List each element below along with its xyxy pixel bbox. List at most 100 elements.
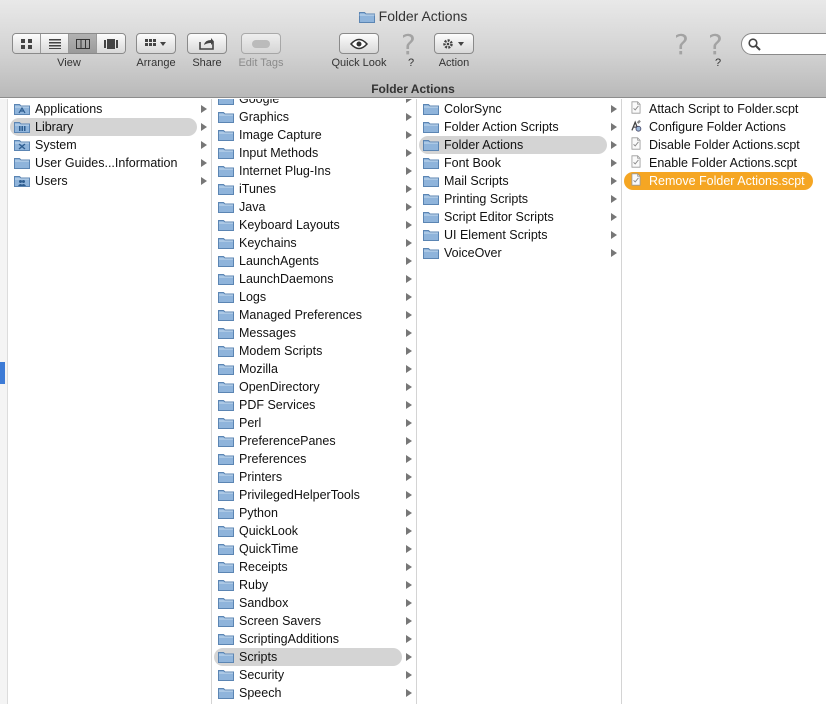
disclosure-arrow-icon — [406, 99, 412, 103]
folder-item[interactable]: OpenDirectory — [212, 378, 416, 396]
folder-icon — [14, 158, 30, 169]
share-button[interactable] — [187, 33, 227, 54]
folder-item[interactable]: Google — [212, 99, 416, 108]
item-label: Java — [239, 200, 266, 214]
column-view-button[interactable] — [69, 34, 97, 53]
file-item[interactable]: Enable Folder Actions.scpt — [622, 154, 826, 172]
folder-item[interactable]: PDF Services — [212, 396, 416, 414]
item-label: System — [35, 138, 77, 152]
action-button[interactable] — [434, 33, 474, 54]
arrange-label: Arrange — [136, 57, 176, 69]
folder-icon — [218, 112, 234, 123]
quick-look-button[interactable] — [339, 33, 379, 54]
share-group — [187, 33, 227, 54]
folder-item[interactable]: ColorSync — [417, 100, 621, 118]
file-item[interactable]: Configure Folder Actions — [622, 118, 826, 136]
folder-item[interactable]: ScriptingAdditions — [212, 630, 416, 648]
folder-item[interactable]: Folder Actions — [419, 136, 617, 154]
item-label: Speech — [239, 686, 282, 700]
folder-item[interactable]: User Guides...Information — [8, 154, 211, 172]
file-item[interactable]: Attach Script to Folder.scpt — [622, 100, 826, 118]
coverflow-view-button[interactable] — [97, 34, 125, 53]
search-field[interactable] — [741, 33, 826, 55]
disclosure-arrow-icon — [406, 167, 412, 175]
folder-item[interactable]: Users — [8, 172, 211, 190]
arrange-button[interactable] — [136, 33, 176, 54]
folder-item[interactable]: UI Element Scripts — [417, 226, 621, 244]
column-4[interactable]: Attach Script to Folder.scpt Configure Fo… — [622, 99, 826, 704]
folder-item[interactable]: Folder Action Scripts — [417, 118, 621, 136]
path-caption: Folder Actions — [371, 82, 455, 96]
item-label: Modem Scripts — [239, 344, 323, 358]
folder-item[interactable]: Preferences — [212, 450, 416, 468]
file-item[interactable]: Disable Folder Actions.scpt — [622, 136, 826, 154]
folder-item[interactable]: Receipts — [212, 558, 416, 576]
folder-item[interactable]: Keyboard Layouts — [212, 216, 416, 234]
list-view-button[interactable] — [41, 34, 69, 53]
edit-tags-label: Edit Tags — [238, 57, 284, 69]
folder-item[interactable]: Ruby — [212, 576, 416, 594]
folder-item[interactable]: Mozilla — [212, 360, 416, 378]
folder-item[interactable]: Mail Scripts — [417, 172, 621, 190]
folder-item[interactable]: Scripts — [214, 648, 412, 666]
folder-icon — [218, 310, 234, 321]
folder-icon — [218, 202, 234, 213]
question-icon[interactable]: ? — [674, 28, 689, 61]
item-label: Keyboard Layouts — [239, 218, 340, 232]
disclosure-arrow-icon — [406, 329, 412, 337]
column-2[interactable]: Google Graphics Image Capture Input Methods… — [212, 99, 417, 704]
disclosure-arrow-icon — [611, 177, 617, 185]
folder-item[interactable]: Image Capture — [212, 126, 416, 144]
folder-item[interactable]: Script Editor Scripts — [417, 208, 621, 226]
folder-item[interactable]: Printing Scripts — [417, 190, 621, 208]
item-label: Font Book — [444, 156, 501, 170]
folder-item[interactable]: Input Methods — [212, 144, 416, 162]
folder-item[interactable]: Messages — [212, 324, 416, 342]
folder-item[interactable]: Screen Savers — [212, 612, 416, 630]
file-item[interactable]: Remove Folder Actions.scpt — [624, 172, 813, 190]
item-label: ScriptingAdditions — [239, 632, 340, 646]
arrange-group — [136, 33, 176, 54]
folder-item[interactable]: Logs — [212, 288, 416, 306]
folder-icon — [218, 130, 234, 141]
edit-tags-button[interactable] — [241, 33, 281, 54]
folder-item[interactable]: Font Book — [417, 154, 621, 172]
quick-look-label: Quick Look — [331, 57, 387, 69]
item-label: LaunchDaemons — [239, 272, 334, 286]
folder-item[interactable]: PrivilegedHelperTools — [212, 486, 416, 504]
folder-icon — [218, 562, 234, 573]
folder-item[interactable]: Modem Scripts — [212, 342, 416, 360]
window-title: Folder Actions — [0, 8, 826, 24]
folder-item[interactable]: LaunchAgents — [212, 252, 416, 270]
disclosure-arrow-icon — [406, 131, 412, 139]
folder-item[interactable]: Python — [212, 504, 416, 522]
icon-view-button[interactable] — [13, 34, 41, 53]
disclosure-arrow-icon — [406, 401, 412, 409]
folder-item[interactable]: Sandbox — [212, 594, 416, 612]
item-label: Attach Script to Folder.scpt — [649, 102, 799, 116]
folder-item[interactable]: Keychains — [212, 234, 416, 252]
folder-item[interactable]: System — [8, 136, 211, 154]
folder-item[interactable]: Graphics — [212, 108, 416, 126]
folder-item[interactable]: QuickLook — [212, 522, 416, 540]
unknown-item-label-2: ? — [714, 57, 722, 69]
folder-item[interactable]: Speech — [212, 684, 416, 702]
folder-item[interactable]: Printers — [212, 468, 416, 486]
column-1[interactable]: Applications Library System User Guides...I… — [8, 99, 212, 704]
disclosure-arrow-icon — [611, 195, 617, 203]
column-3[interactable]: ColorSync Folder Action Scripts Folder Act… — [417, 99, 622, 704]
folder-item[interactable]: iTunes — [212, 180, 416, 198]
folder-item[interactable]: Managed Preferences — [212, 306, 416, 324]
folder-item[interactable]: Library — [10, 118, 207, 136]
folder-item[interactable]: Java — [212, 198, 416, 216]
folder-item[interactable]: Applications — [8, 100, 211, 118]
folder-item[interactable]: PreferencePanes — [212, 432, 416, 450]
folder-icon — [218, 580, 234, 591]
folder-item[interactable]: LaunchDaemons — [212, 270, 416, 288]
folder-icon — [218, 220, 234, 231]
folder-item[interactable]: Security — [212, 666, 416, 684]
folder-item[interactable]: VoiceOver — [417, 244, 621, 262]
folder-item[interactable]: Perl — [212, 414, 416, 432]
folder-item[interactable]: Internet Plug-Ins — [212, 162, 416, 180]
folder-item[interactable]: QuickTime — [212, 540, 416, 558]
